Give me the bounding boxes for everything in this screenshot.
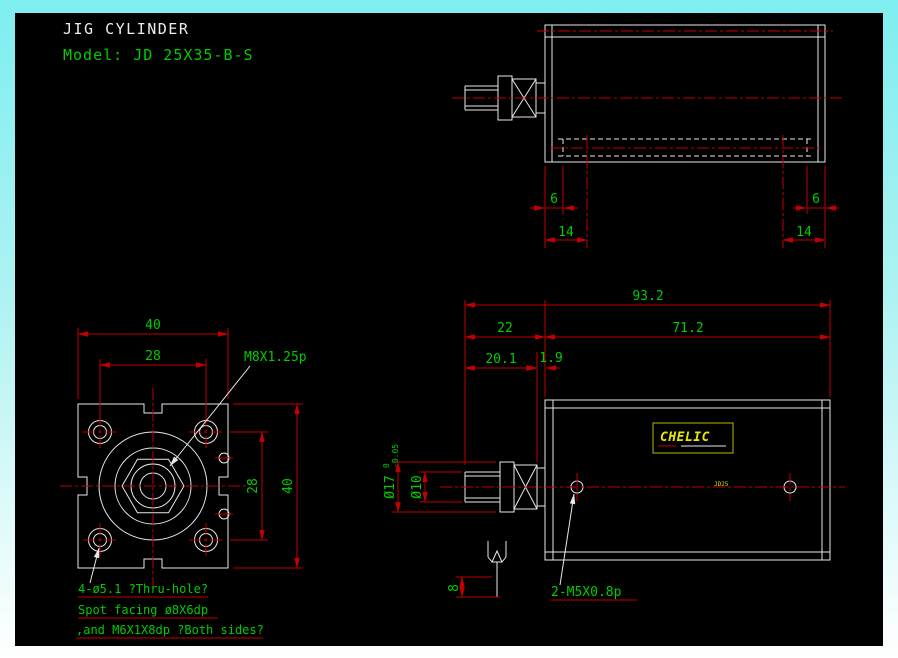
thread-callout: M8X1.25p: [244, 350, 307, 365]
dim-6-right-label: 6: [812, 192, 820, 207]
dim-28-top-label: 28: [145, 349, 161, 364]
dim-28-right-label: 28: [246, 478, 261, 494]
dim-wrench-label: 8: [447, 584, 462, 592]
port-callout: 2-M5X0.8p: [551, 585, 622, 600]
dim-20-1-label: 20.1: [485, 352, 516, 367]
logo-chelic: CHELIC: [660, 430, 710, 445]
model-label: Model: JD 25X35-B-S: [63, 46, 254, 64]
dia17-tol-lower: -0.05: [391, 444, 400, 468]
dim-40-top-label: 40: [145, 318, 161, 333]
dim-14-left-label: 14: [558, 225, 574, 240]
dim-1-9-label: 1.9: [539, 351, 562, 366]
dia17-tol-upper: 0: [382, 463, 391, 468]
dim-6-left-label: 6: [550, 192, 558, 207]
dim-dia17-label: Ø17: [383, 475, 398, 498]
dim-rod-label: 22: [497, 321, 513, 336]
note-thru-hole: 4-ø5.1 ?Thru-hole?: [78, 582, 208, 596]
note-spot-facing: Spot facing ø8X6dp: [78, 603, 208, 617]
dim-body-label: 71.2: [672, 321, 703, 336]
dim-14-right-label: 14: [796, 225, 812, 240]
note-both-sides: ,and M6X1X8dp ?Both sides?: [76, 623, 264, 637]
cad-background: JIG CYLINDER Model: JD 25X35-B-S 6 14 6 …: [0, 0, 898, 658]
page-title: JIG CYLINDER: [63, 20, 189, 38]
dim-40-right-label: 40: [281, 478, 296, 494]
dim-dia10-label: Ø10: [410, 475, 425, 498]
model-stamp: JD25: [714, 481, 729, 488]
dim-total-label: 93.2: [632, 289, 663, 304]
